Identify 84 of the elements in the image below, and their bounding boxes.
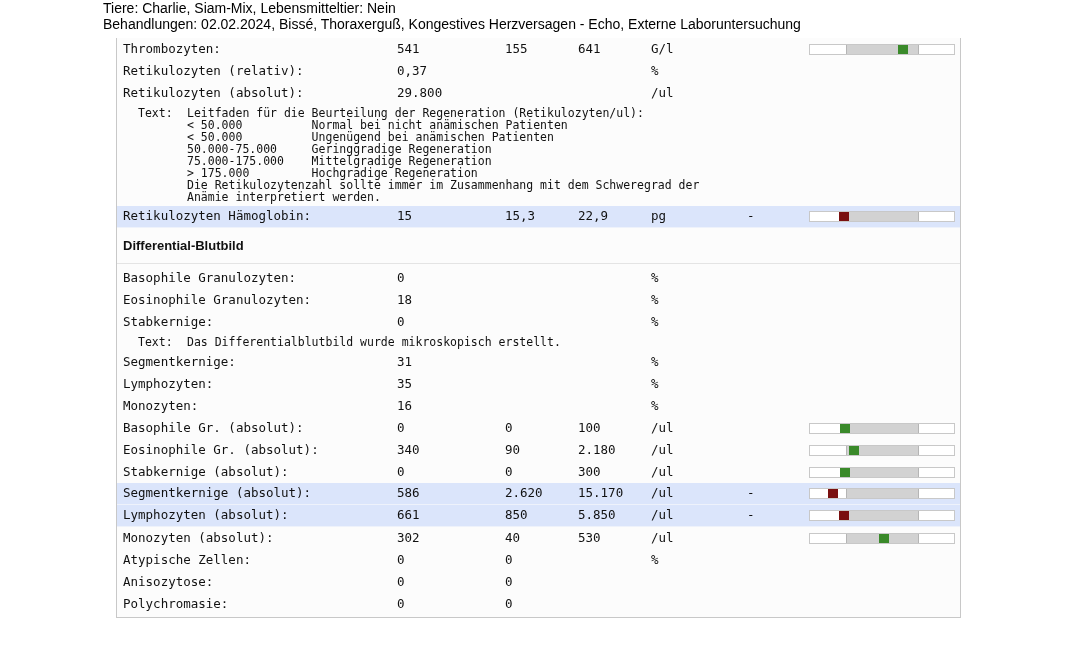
result-name: Thrombozyten: xyxy=(123,39,221,58)
result-value: 0,37 xyxy=(397,61,428,80)
result-unit: % xyxy=(651,312,659,331)
result-unit: pg xyxy=(651,207,667,226)
result-name: Monozyten (absolut): xyxy=(123,528,274,547)
comment-text: Leitfaden für die Beurteilung der Regeneration (Retikulozyten/ul): < 50.000 Normal bei nicht anämischen Patienten < 50.000 Ungenügend bei anämischen Patienten 50.000-75.000 Geringgradige Regeneration 75.000-175.000 Mittelgradige Regeneration > 175.000 Hochgradige Regeneration Die Retikulozytenzahl sollte immer im Zusammenhang mit dem Schweregrad der Anämie interpretiert werden. xyxy=(187,107,700,203)
section-heading: Differential-Blutbild xyxy=(123,236,244,255)
result-unit: % xyxy=(651,352,659,371)
header-line: Behandlungen: 02.02.2024, Bissé, Thoraxerguß, Kongestives Herzversagen - Echo, Externe Laboruntersuchung xyxy=(103,16,801,32)
reference-max: 22,9 xyxy=(578,207,609,226)
result-name: Lymphozyten: xyxy=(123,374,214,393)
result-value: 340 xyxy=(397,440,420,459)
deviation-label: - xyxy=(747,484,755,503)
result-name: Stabkernige (absolut): xyxy=(123,462,289,481)
reference-max: 100 xyxy=(578,418,601,437)
result-name: Anisozytose: xyxy=(123,572,214,591)
result-value: 31 xyxy=(397,352,413,371)
result-name: Retikulozyten (absolut): xyxy=(123,83,304,102)
result-unit: /ul xyxy=(651,418,674,437)
reference-max: 530 xyxy=(578,528,601,547)
result-value: 0 xyxy=(397,462,405,481)
result-value: 302 xyxy=(397,528,420,547)
comment-text: Das Differentialblutbild wurde mikroskopisch erstellt. xyxy=(187,336,561,348)
reference-min: 0 xyxy=(505,418,513,437)
result-unit: % xyxy=(651,61,659,80)
result-name: Polychromasie: xyxy=(123,594,229,613)
result-name: Eosinophile Gr. (absolut): xyxy=(123,440,319,459)
reference-min: 0 xyxy=(505,462,513,481)
result-value: 541 xyxy=(397,39,420,58)
result-name: Retikulozyten Hämoglobin: xyxy=(123,207,312,226)
result-name: Eosinophile Granulozyten: xyxy=(123,290,312,309)
result-value: 0 xyxy=(397,268,405,287)
reference-min: 0 xyxy=(505,550,513,569)
comment-label: Text: xyxy=(138,336,174,348)
reference-min: 15,3 xyxy=(505,207,536,226)
reference-min: 155 xyxy=(505,39,528,58)
reference-min: 0 xyxy=(505,594,513,613)
result-value: 0 xyxy=(397,572,405,591)
result-name: Segmentkernige: xyxy=(123,352,236,371)
result-unit: /ul xyxy=(651,484,674,503)
result-unit: /ul xyxy=(651,506,674,525)
result-unit: % xyxy=(651,550,659,569)
result-unit: % xyxy=(651,290,659,309)
reference-min: 0 xyxy=(505,572,513,591)
reference-max: 15.170 xyxy=(578,484,624,503)
result-name: Stabkernige: xyxy=(123,312,214,331)
result-value: 661 xyxy=(397,506,420,525)
result-value: 0 xyxy=(397,550,405,569)
header-line: Tiere: Charlie, Siam-Mix, Lebensmitteltier: Nein xyxy=(103,0,396,16)
result-name: Lymphozyten (absolut): xyxy=(123,506,289,525)
result-value: 586 xyxy=(397,484,420,503)
result-unit: % xyxy=(651,268,659,287)
result-name: Retikulozyten (relativ): xyxy=(123,61,304,80)
result-name: Monozyten: xyxy=(123,396,199,415)
result-unit: /ul xyxy=(651,440,674,459)
result-value: 0 xyxy=(397,594,405,613)
reference-max: 2.180 xyxy=(578,440,616,459)
result-value: 0 xyxy=(397,418,405,437)
result-value: 35 xyxy=(397,374,413,393)
deviation-label: - xyxy=(747,207,755,226)
result-value: 16 xyxy=(397,396,413,415)
result-unit: G/l xyxy=(651,39,674,58)
comment-label: Text: xyxy=(138,107,174,122)
result-unit: /ul xyxy=(651,83,674,102)
result-name: Basophile Granulozyten: xyxy=(123,268,297,287)
result-name: Atypische Zellen: xyxy=(123,550,251,569)
result-name: Basophile Gr. (absolut): xyxy=(123,418,304,437)
result-name: Segmentkernige (absolut): xyxy=(123,484,312,503)
reference-min: 40 xyxy=(505,528,521,547)
result-unit: % xyxy=(651,374,659,393)
reference-max: 641 xyxy=(578,39,601,58)
reference-min: 2.620 xyxy=(505,484,543,503)
deviation-label: - xyxy=(747,506,755,525)
reference-min: 850 xyxy=(505,506,528,525)
result-value: 0 xyxy=(397,312,405,331)
result-value: 29.800 xyxy=(397,83,443,102)
result-value: 15 xyxy=(397,207,413,226)
result-unit: % xyxy=(651,396,659,415)
result-value: 18 xyxy=(397,290,413,309)
reference-min: 90 xyxy=(505,440,521,459)
reference-max: 5.850 xyxy=(578,506,616,525)
result-unit: /ul xyxy=(651,462,674,481)
result-unit: /ul xyxy=(651,528,674,547)
reference-max: 300 xyxy=(578,462,601,481)
